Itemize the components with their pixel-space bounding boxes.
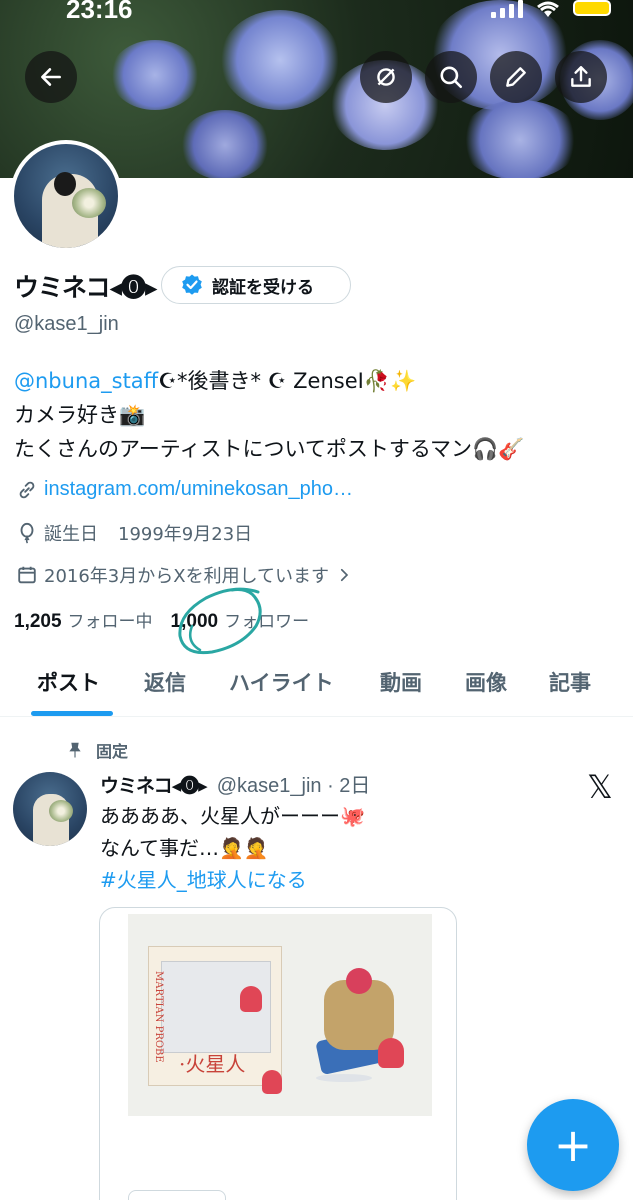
- bio-line-1: @nbuna_staff☪*後書き* ☪ ZenseⅠ🥀✨: [14, 364, 624, 398]
- bio-line-3: たくさんのアーティストについてポストするマン🎧🎸: [14, 437, 525, 461]
- search-button[interactable]: [425, 51, 477, 103]
- octopus-figure-in-box: [240, 986, 262, 1012]
- following-label[interactable]: フォロー中: [68, 607, 153, 632]
- post-line-1: ああああ、火星人がーーー🐙: [100, 804, 365, 828]
- profile-avatar[interactable]: [10, 140, 122, 252]
- following-count[interactable]: 1,205: [14, 611, 62, 633]
- joined-row[interactable]: 2016年3月からXを利用しています: [16, 562, 353, 588]
- bio-mention-link[interactable]: @nbuna_staff: [14, 369, 158, 393]
- tab-highlights[interactable]: ハイライト: [229, 667, 334, 697]
- battery-icon: [573, 0, 611, 16]
- get-verified-button[interactable]: 認証を受ける: [161, 266, 351, 304]
- display-name: ウミネコ◂⓿▸: [14, 273, 158, 302]
- figure-box: MARTIAN PROBE ·火星人: [148, 946, 282, 1094]
- back-arrow-icon: [41, 68, 61, 86]
- media-sub-card[interactable]: [128, 1190, 226, 1200]
- post-avatar-bouquet: [49, 800, 73, 822]
- share-icon: [571, 66, 591, 87]
- active-tab-indicator: [31, 711, 113, 716]
- figure-octopus-head: [346, 968, 372, 994]
- profile-handle: @kase1_jin: [14, 313, 119, 335]
- compose-post-button[interactable]: +: [527, 1099, 619, 1191]
- get-verified-label: 認証を受ける: [212, 277, 314, 298]
- wifi-icon: [537, 1, 559, 17]
- tab-posts[interactable]: ポスト: [37, 667, 100, 697]
- calendar-icon: [18, 566, 36, 584]
- figure-base: [316, 1074, 372, 1082]
- box-window: [161, 961, 282, 1094]
- tab-videos[interactable]: 動画: [380, 667, 422, 697]
- x-logo-icon[interactable]: 𝕏: [587, 768, 613, 806]
- small-octopus-in-box: [262, 1070, 282, 1094]
- box-side-text: MARTIAN PROBE: [153, 971, 164, 1063]
- no-sync-button[interactable]: [360, 51, 412, 103]
- verified-badge-icon: [182, 274, 202, 295]
- profile-link-row: instagram.com/uminekosan_pho…: [16, 478, 353, 501]
- back-button[interactable]: [25, 51, 77, 103]
- pin-icon: [69, 742, 81, 758]
- pinned-indicator: 固定: [66, 738, 128, 762]
- tab-articles[interactable]: 記事: [549, 667, 591, 697]
- birthday-label: 誕生日: [44, 524, 98, 545]
- birthday-value: 1999年9月23日: [118, 524, 253, 545]
- status-icons: [491, 0, 611, 18]
- profile-tabs: ポスト 返信 ハイライト 動画 画像 記事: [0, 655, 633, 717]
- avatar-bouquet: [72, 188, 106, 218]
- search-icon: [440, 66, 463, 89]
- signal-icon: [491, 0, 523, 18]
- chevron-right-icon: [340, 568, 349, 582]
- post-line-2: なんて事だ…🤦🤦: [100, 836, 269, 860]
- post-header: ウミネコ◂⓿▸ @kase1_jin · 2日: [100, 769, 370, 798]
- octopus-figure: [378, 1038, 404, 1068]
- no-sync-icon: [377, 68, 395, 86]
- hand-drawn-circle-annotation: [178, 587, 262, 655]
- balloon-icon: [20, 522, 34, 544]
- post-author-name[interactable]: ウミネコ◂⓿▸: [100, 771, 208, 798]
- post-photo[interactable]: MARTIAN PROBE ·火星人: [128, 914, 432, 1116]
- post-hashtag[interactable]: #火星人_地球人になる: [100, 864, 520, 896]
- post-author-avatar[interactable]: [13, 772, 87, 846]
- box-label: ·火星人: [179, 1052, 246, 1076]
- birthday-row: 誕生日 1999年9月23日: [16, 520, 252, 546]
- pinned-label: 固定: [96, 742, 129, 761]
- post-text: ああああ、火星人がーーー🐙 なんて事だ…🤦🤦 #火星人_地球人になる: [100, 800, 520, 896]
- share-button[interactable]: [555, 51, 607, 103]
- joined-text: 2016年3月からXを利用しています: [44, 566, 330, 587]
- avatar-head: [54, 172, 76, 196]
- link-icon: [19, 481, 35, 498]
- bio-line-2: カメラ好き📸: [14, 403, 146, 427]
- post-author-handle-time: @kase1_jin · 2日: [216, 775, 371, 797]
- tab-photos[interactable]: 画像: [465, 667, 507, 697]
- profile-website-link[interactable]: instagram.com/uminekosan_pho…: [44, 478, 353, 501]
- status-time: 23:16: [66, 0, 133, 24]
- tab-replies[interactable]: 返信: [144, 667, 186, 697]
- profile-bio: @nbuna_staff☪*後書き* ☪ ZenseⅠ🥀✨ カメラ好き📸 たくさ…: [14, 364, 624, 466]
- edit-button[interactable]: [490, 51, 542, 103]
- pencil-icon: [506, 67, 526, 87]
- plus-icon: +: [553, 1118, 593, 1172]
- post-media-card[interactable]: MARTIAN PROBE ·火星人: [99, 907, 457, 1200]
- bio-line-1-text: ☪*後書き* ☪ ZenseⅠ🥀✨: [158, 369, 417, 393]
